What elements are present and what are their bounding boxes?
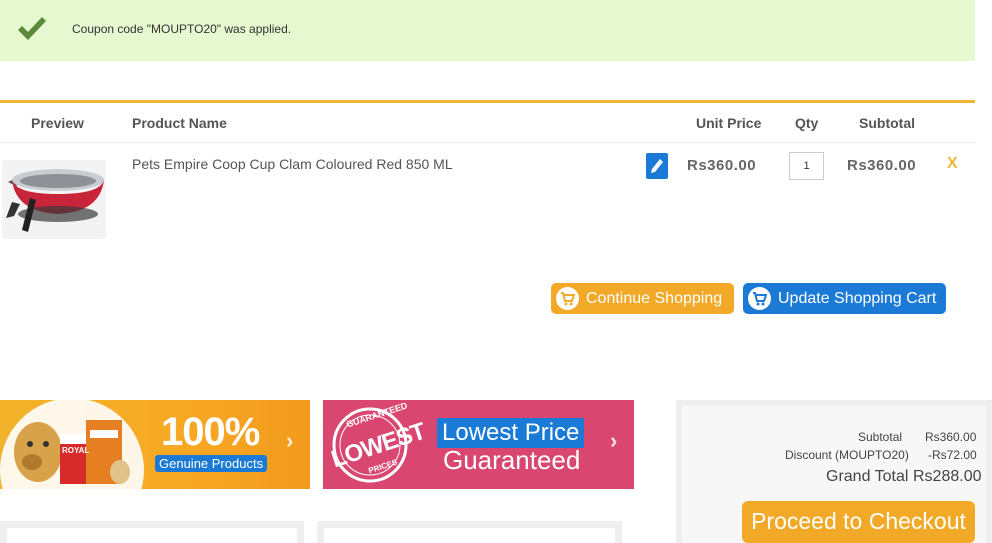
column-header-subtotal: Subtotal (859, 115, 915, 131)
guaranteed-text: Guaranteed (443, 445, 581, 475)
column-header-product-name: Product Name (132, 115, 227, 131)
column-header-qty: Qty (795, 115, 819, 131)
brand-text: ROYAL (62, 446, 90, 455)
content-box (317, 521, 622, 543)
chevron-right-icon: › (610, 428, 618, 453)
grand-total-value: Rs288.00 (913, 468, 982, 485)
genuine-products-banner[interactable]: ROYAL (0, 400, 310, 489)
discount-value: -Rs72.00 (928, 448, 977, 462)
coupon-applied-message: Coupon code "MOUPTO20" was applied. (72, 22, 292, 36)
subtotal-label: Subtotal (858, 430, 903, 444)
update-cart-label: Update Shopping Cart (778, 290, 937, 307)
genuine-products-tag: Genuine Products (155, 455, 268, 472)
subtotal-value: Rs360.00 (925, 430, 977, 444)
grand-total-label: Grand Total (826, 468, 909, 485)
update-cart-button[interactable]: Update Shopping Cart (743, 283, 946, 314)
success-notice: Coupon code "MOUPTO20" was applied. (0, 0, 975, 61)
continue-shopping-button[interactable]: Continue Shopping (551, 283, 734, 314)
continue-shopping-label: Continue Shopping (586, 290, 723, 307)
header-divider (0, 142, 975, 143)
hundred-percent-text: 100% (161, 410, 260, 454)
dog-and-food-image (0, 400, 144, 489)
cart-icon (556, 287, 579, 310)
cart-top-border (0, 100, 975, 103)
content-box (0, 521, 304, 543)
unit-price: Rs360.00 (687, 157, 757, 174)
product-name[interactable]: Pets Empire Coop Cup Clam Coloured Red 8… (132, 156, 453, 172)
proceed-to-checkout-button[interactable]: Proceed to Checkout (742, 501, 975, 543)
product-thumbnail[interactable] (2, 160, 106, 239)
discount-label: Discount (MOUPTO20) (785, 448, 909, 462)
edit-item-button[interactable] (646, 153, 668, 179)
lowest-price-tag: Lowest Price (437, 418, 585, 448)
checkmark-icon (18, 17, 46, 40)
chevron-right-icon: › (286, 428, 294, 453)
column-header-preview: Preview (31, 115, 84, 131)
remove-item-button[interactable]: X (947, 155, 958, 173)
pencil-icon (651, 159, 663, 173)
cart-icon (748, 287, 771, 310)
column-header-unit-price: Unit Price (696, 115, 762, 131)
row-subtotal: Rs360.00 (847, 157, 917, 174)
quantity-input[interactable]: 1 (789, 152, 824, 180)
red-bowl-image (2, 160, 106, 239)
